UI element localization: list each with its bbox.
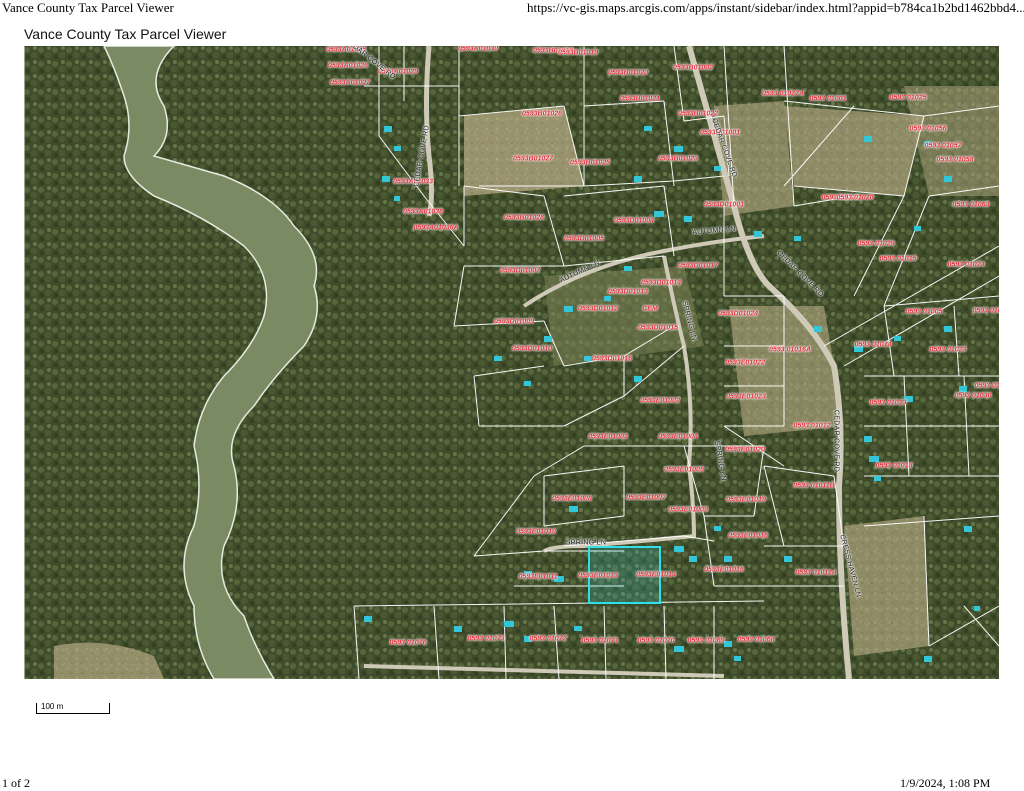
parcel-label: 0593 01014 bbox=[854, 341, 892, 349]
parcel-label: 0593B01002 bbox=[672, 64, 714, 72]
parcel-label: 0593E01005 bbox=[664, 466, 704, 474]
scale-bar: 100 m bbox=[36, 702, 110, 715]
parcel-label: 0593 01023 bbox=[929, 346, 967, 354]
print-header-url: https://vc-gis.maps.arcgis.com/apps/inst… bbox=[527, 0, 1024, 15]
parcel-label: CEM bbox=[642, 305, 658, 313]
parcel-label: 0593D01004 bbox=[613, 217, 655, 225]
parcel-label: 0593D01015 bbox=[637, 324, 679, 332]
parcel-label: 0593 01027A bbox=[761, 90, 805, 98]
parcel-label: 0593 01025 bbox=[889, 94, 927, 102]
parcel-label: 0593E01019 bbox=[726, 496, 766, 504]
parcel-label: 0593 01016A bbox=[768, 346, 812, 354]
parcel-label: 0593B01019 bbox=[557, 49, 599, 57]
parcel-label: 0593D01007 bbox=[499, 267, 541, 275]
parcel-label: 0593B01027 bbox=[512, 155, 554, 163]
scale-bar-label: 100 m bbox=[41, 702, 64, 711]
parcel-label: 0593 01012 bbox=[793, 422, 831, 430]
parcel-label: 0593B01025 bbox=[569, 159, 611, 167]
parcel-label: 0593D01024 bbox=[717, 310, 759, 318]
parcel-label: 0593 01030 bbox=[954, 392, 992, 400]
parcel-label: 0593E01011 bbox=[518, 573, 558, 581]
parcel-label: 0593E01018 bbox=[728, 532, 768, 540]
parcel-label: 0593E01022 bbox=[725, 359, 765, 367]
parcel-label: 0593 01013 bbox=[869, 399, 907, 407]
parcel-label: 0593B01020 bbox=[607, 69, 649, 77]
parcel-label: 0593B01028 bbox=[503, 214, 545, 222]
parcel-label: 0593 01032 bbox=[974, 382, 999, 390]
parcel-label: 0593A01036A bbox=[413, 224, 459, 232]
parcel-label: 0593 01070 bbox=[637, 637, 675, 645]
print-footer-page: 1 of 2 bbox=[2, 776, 30, 790]
parcel-label: 0593 01052 bbox=[972, 307, 999, 315]
parcel-label: 0593 01068 bbox=[737, 636, 775, 644]
parcel-label: 0593E01008 bbox=[552, 495, 592, 503]
road-label: SPRING LN bbox=[565, 539, 607, 547]
parcel-label: 0593A01036 bbox=[402, 208, 444, 216]
parcel-label: 0593E01002 bbox=[640, 397, 680, 405]
parcel-label: 0593B01026 bbox=[521, 110, 563, 118]
parcel-label: 0593 01024 bbox=[947, 261, 985, 269]
parcel-label: 0593E01013 bbox=[578, 572, 618, 580]
parcel-label: 0593A01026 bbox=[327, 62, 369, 70]
parcel-label: 0593E01003 bbox=[588, 433, 628, 441]
parcel-label: 0593E01010 bbox=[516, 528, 556, 536]
parcel-label: 0593D01014 bbox=[640, 279, 682, 287]
parcel-label: 0593 01011B bbox=[793, 482, 835, 490]
parcel-label: 0593E01023 bbox=[726, 393, 766, 401]
parcel-label: 0593 01011A bbox=[795, 569, 837, 577]
road-label: CEDAR COVE RD bbox=[832, 409, 840, 473]
parcel-label: 0593E01007 bbox=[626, 494, 666, 502]
parcel-label: 0593 01001 bbox=[809, 95, 847, 103]
parcel-label: 0593 01029 bbox=[857, 240, 895, 248]
parcel-label: 0593E01016 bbox=[704, 566, 744, 574]
parcel-label: 0593 01020 bbox=[836, 194, 874, 202]
parcel-label: 0593 01073 bbox=[467, 635, 505, 643]
parcel-label: 0593A01027 bbox=[329, 79, 371, 87]
parcel-label: 0593 01057 bbox=[924, 142, 962, 150]
parcel-label: 0593D01012 bbox=[577, 305, 619, 313]
parcel-label: 0593 01015 bbox=[879, 255, 917, 263]
map-title: Vance County Tax Parcel Viewer bbox=[24, 26, 227, 42]
parcel-label: 0593E01004 bbox=[658, 433, 698, 441]
parcel-label: 0593B01023 bbox=[657, 155, 699, 163]
parcel-label: 0593D01005 bbox=[563, 235, 605, 243]
parcel-label: 0593B01021 bbox=[619, 95, 661, 103]
parcel-label: 0593 01072 bbox=[529, 635, 567, 643]
parcel-label: 0593 01071 bbox=[581, 637, 619, 645]
parcel-label: 0593E01020 bbox=[725, 446, 765, 454]
map-view[interactable]: 0593A01025 0593B01018 0593B01019 0593A01030… bbox=[24, 46, 999, 679]
parcel-label: 0593A01030 bbox=[457, 46, 499, 53]
parcel-label: 0593D01009 bbox=[493, 318, 535, 326]
parcel-label: 0593D01001 bbox=[703, 201, 745, 209]
parcel-label: 0593D01017 bbox=[677, 262, 719, 270]
parcel-label: 0593 01005 bbox=[905, 308, 943, 316]
print-footer-datetime: 1/9/2024, 1:08 PM bbox=[900, 776, 991, 790]
parcel-label: 0593E01009 bbox=[668, 506, 708, 514]
parcel-label: 0593 01058 bbox=[936, 156, 974, 164]
parcel-label: 0593B01022 bbox=[677, 110, 719, 118]
parcel-label: 0593 01063 bbox=[952, 201, 990, 209]
print-header-title: Vance County Tax Parcel Viewer bbox=[2, 0, 174, 15]
parcel-label: 0593 01018 bbox=[875, 462, 913, 470]
parcel-label: 0593 01056 bbox=[909, 125, 947, 133]
parcel-label: 0593D01016 bbox=[591, 355, 633, 363]
parcel-label: 0593 01076 bbox=[389, 639, 427, 647]
parcel-label: 0593D01013 bbox=[607, 288, 649, 296]
parcel-label: 0593D01010 bbox=[511, 345, 553, 353]
parcel-label: 0593E01014 bbox=[636, 571, 676, 579]
parcel-label: 0593 01069 bbox=[687, 637, 725, 645]
